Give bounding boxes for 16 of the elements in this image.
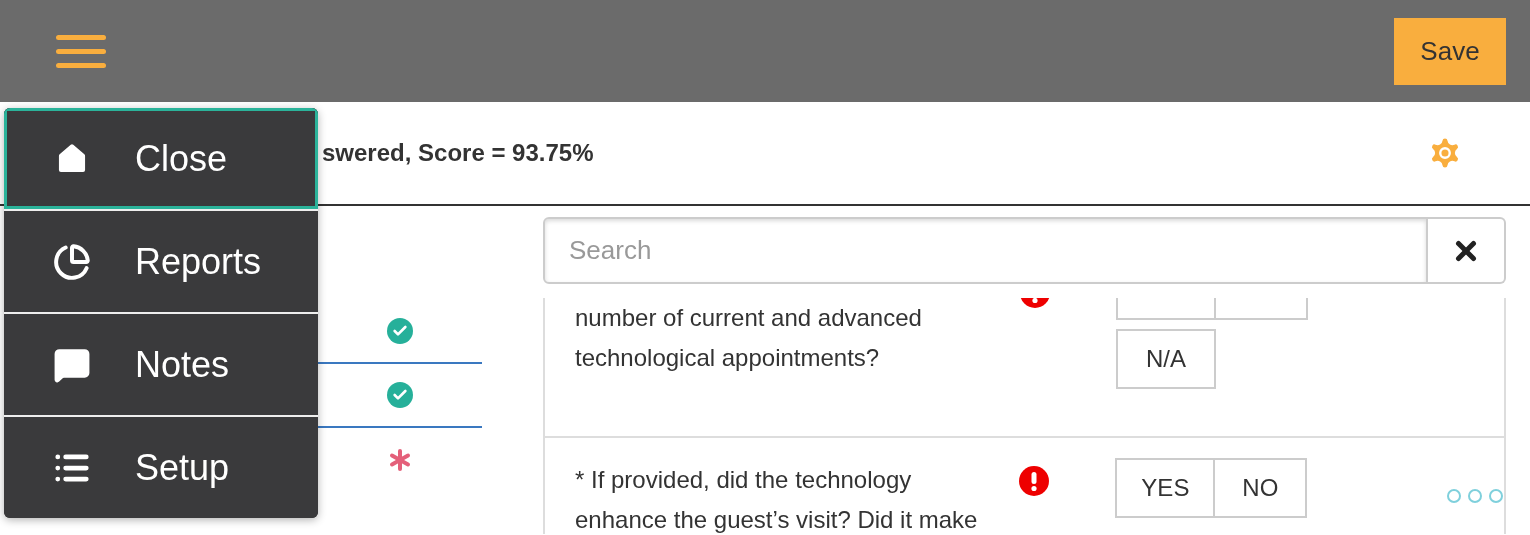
menu-item[interactable]: Reports bbox=[4, 211, 318, 312]
pie-chart-icon bbox=[53, 242, 91, 281]
clear-search-button[interactable] bbox=[1428, 217, 1506, 284]
answer-button[interactable]: YES bbox=[1115, 458, 1216, 518]
menu-item[interactable]: Close bbox=[4, 108, 318, 209]
menu-icon[interactable] bbox=[56, 34, 106, 68]
menu-item[interactable]: Notes bbox=[4, 314, 318, 415]
answer-button[interactable]: NO bbox=[1215, 458, 1308, 518]
save-button[interactable]: Save bbox=[1394, 17, 1506, 85]
more-icon[interactable] bbox=[1446, 488, 1504, 504]
score-summary: swered, Score = 93.75% bbox=[322, 138, 594, 168]
search-field[interactable]: Search bbox=[543, 217, 1428, 284]
answer-button[interactable]: N/A bbox=[1116, 329, 1216, 389]
question-text: number of current and advanced technological appointments? bbox=[574, 303, 923, 373]
question-text: * If provided, did the technology enhance the guest’s visit? Did it make bbox=[574, 465, 979, 534]
menu-item[interactable]: Setup bbox=[4, 417, 318, 518]
